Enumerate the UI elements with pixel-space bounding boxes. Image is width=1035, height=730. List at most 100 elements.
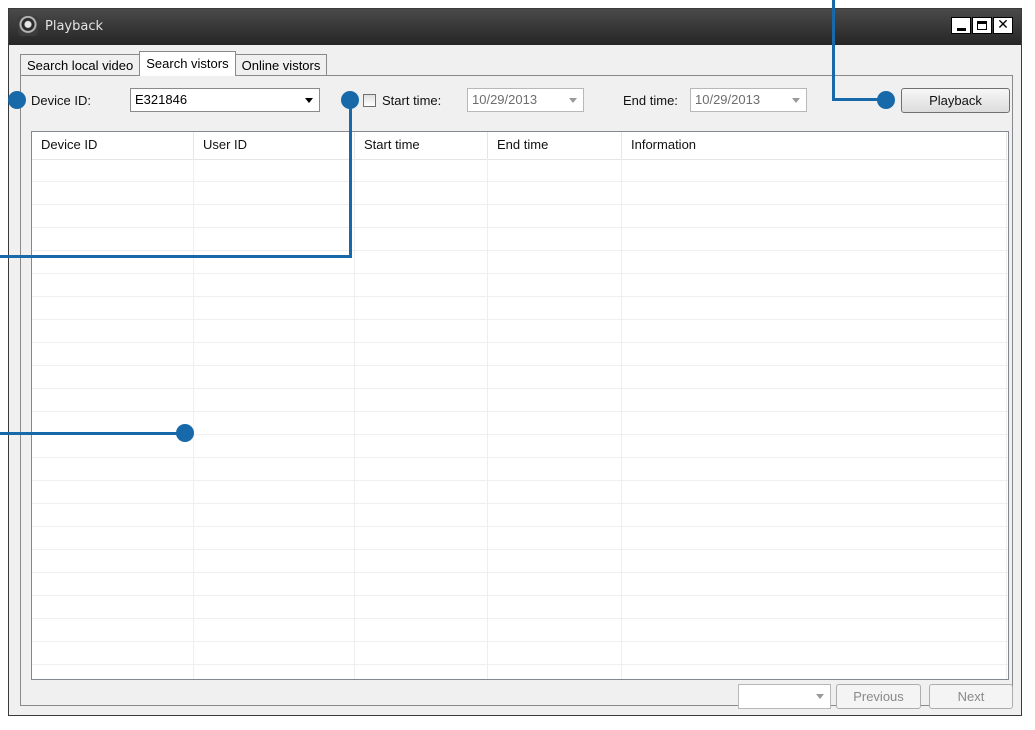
table-cell (488, 458, 622, 480)
table-row[interactable] (32, 182, 1008, 205)
maximize-button[interactable] (972, 17, 992, 34)
table-cell (355, 297, 488, 319)
table-cell (488, 527, 622, 549)
table-cell (194, 481, 355, 503)
table-cell (622, 159, 1007, 181)
table-cell (488, 619, 622, 641)
chevron-down-icon (305, 98, 313, 103)
table-cell (194, 412, 355, 434)
table-cell (194, 458, 355, 480)
playback-button[interactable]: Playback (901, 88, 1010, 113)
table-cell (488, 573, 622, 595)
table-cell (622, 274, 1007, 296)
next-button[interactable]: Next (929, 684, 1013, 709)
table-cell (355, 665, 488, 679)
tab-search-local-video[interactable]: Search local video (20, 54, 141, 76)
minimize-button[interactable] (951, 17, 971, 34)
table-cell (355, 412, 488, 434)
table-row[interactable] (32, 596, 1008, 619)
table-cell (194, 205, 355, 227)
table-cell (355, 205, 488, 227)
page-select[interactable] (738, 684, 831, 709)
table-row[interactable] (32, 619, 1008, 642)
end-time-value: 10/29/2013 (695, 92, 761, 107)
table-cell (622, 297, 1007, 319)
table-row[interactable] (32, 665, 1008, 679)
table-cell (355, 366, 488, 388)
table-row[interactable] (32, 573, 1008, 596)
table-row[interactable] (32, 481, 1008, 504)
title-bar[interactable]: Playback ✕ (9, 9, 1021, 45)
column-header-start-time[interactable]: Start time (355, 132, 488, 159)
table-row[interactable] (32, 642, 1008, 665)
tab-bar: Search local video Search vistors Online… (20, 51, 328, 76)
tab-search-visitors[interactable]: Search vistors (139, 51, 236, 76)
column-header-device-id[interactable]: Device ID (32, 132, 194, 159)
table-cell (488, 596, 622, 618)
table-cell (194, 596, 355, 618)
table-cell (194, 619, 355, 641)
table-cell (488, 205, 622, 227)
table-cell (194, 504, 355, 526)
table-row[interactable] (32, 159, 1008, 182)
table-cell (488, 274, 622, 296)
column-header-information[interactable]: Information (622, 132, 1007, 159)
table-row[interactable] (32, 527, 1008, 550)
table-cell (32, 366, 194, 388)
table-cell (355, 527, 488, 549)
table-cell (355, 481, 488, 503)
table-cell (32, 527, 194, 549)
table-cell (622, 366, 1007, 388)
table-row[interactable] (32, 297, 1008, 320)
table-cell (32, 573, 194, 595)
table-cell (32, 343, 194, 365)
table-cell (488, 504, 622, 526)
table-row[interactable] (32, 228, 1008, 251)
table-cell (622, 504, 1007, 526)
table-row[interactable] (32, 274, 1008, 297)
start-time-checkbox[interactable] (363, 94, 376, 107)
table-row[interactable] (32, 389, 1008, 412)
previous-button[interactable]: Previous (836, 684, 921, 709)
table-cell (622, 596, 1007, 618)
table-row[interactable] (32, 343, 1008, 366)
table-cell (488, 343, 622, 365)
table-cell (622, 228, 1007, 250)
tab-online-visitors[interactable]: Online vistors (234, 54, 328, 76)
table-row[interactable] (32, 504, 1008, 527)
table-cell (488, 159, 622, 181)
table-cell (194, 297, 355, 319)
table-row[interactable] (32, 320, 1008, 343)
table-row[interactable] (32, 205, 1008, 228)
table-cell (622, 343, 1007, 365)
start-time-callout-line (0, 255, 352, 258)
table-body (32, 159, 1008, 679)
device-id-dropdown[interactable]: E321846 (130, 88, 320, 112)
table-callout-line (0, 432, 184, 435)
table-row[interactable] (32, 458, 1008, 481)
table-cell (32, 458, 194, 480)
table-row[interactable] (32, 550, 1008, 573)
close-button[interactable]: ✕ (993, 17, 1013, 34)
device-id-value: E321846 (135, 92, 188, 107)
table-cell (32, 389, 194, 411)
table-row[interactable] (32, 366, 1008, 389)
end-time-label: End time: (623, 93, 678, 108)
chevron-down-icon (816, 694, 824, 699)
table-cell (488, 550, 622, 572)
start-time-label: Start time: (382, 93, 442, 108)
end-time-picker[interactable]: 10/29/2013 (690, 88, 807, 112)
table-cell (32, 596, 194, 618)
table-cell (32, 182, 194, 204)
table-cell (355, 504, 488, 526)
start-time-picker[interactable]: 10/29/2013 (467, 88, 584, 112)
table-cell (488, 251, 622, 273)
table-cell (488, 412, 622, 434)
table-cell (622, 481, 1007, 503)
column-header-end-time[interactable]: End time (488, 132, 622, 159)
table-cell (32, 159, 194, 181)
table-cell (32, 205, 194, 227)
column-header-user-id[interactable]: User ID (194, 132, 355, 159)
table-cell (488, 182, 622, 204)
table-cell (488, 665, 622, 679)
